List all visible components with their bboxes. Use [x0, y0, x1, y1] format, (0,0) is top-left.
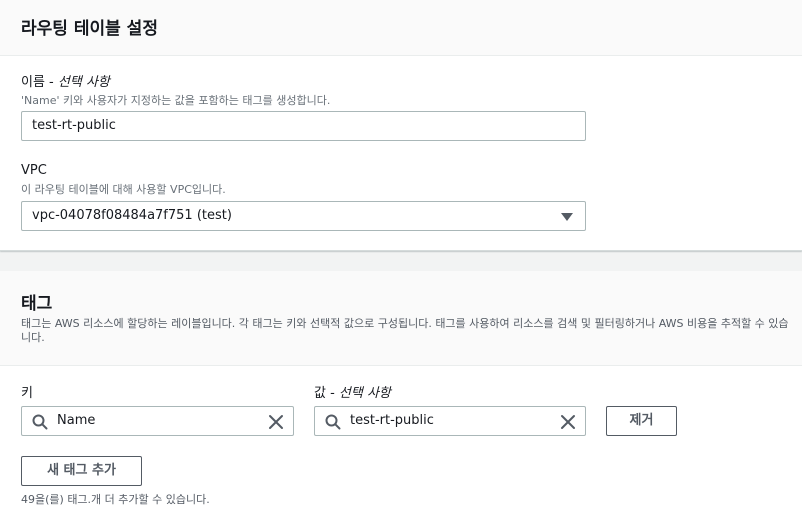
close-icon[interactable] — [268, 414, 284, 430]
tags-panel: 태그 태그는 AWS 리소스에 할당하는 레이블입니다. 각 태그는 키와 선택… — [0, 271, 802, 525]
routing-table-settings-panel: 라우팅 테이블 설정 이름 - 선택 사항 'Name' 키와 사용자가 지정하… — [0, 0, 802, 251]
close-icon[interactable] — [560, 414, 576, 430]
tag-key-value: Name — [57, 413, 96, 428]
caret-down-icon — [561, 213, 573, 221]
name-label: 이름 - 선택 사항 — [21, 71, 110, 90]
vpc-label: VPC — [21, 163, 47, 178]
vpc-select[interactable]: vpc-04078f08484a7f751 (test) — [21, 201, 586, 231]
tag-value-optional-text: 선택 사항 — [338, 386, 391, 401]
tag-value-input[interactable]: test-rt-public — [314, 406, 586, 436]
tag-remaining-hint: 49을(를) 태그.개 더 추가할 수 있습니다. — [21, 493, 210, 506]
tags-description: 태그는 AWS 리소스에 할당하는 레이블입니다. 각 태그는 키와 선택적 값… — [21, 317, 789, 344]
vpc-description: 이 라우팅 테이블에 대해 사용할 VPC입니다. — [21, 183, 226, 196]
search-icon — [325, 414, 341, 430]
tag-key-label: 키 — [21, 386, 33, 401]
panel-title: 태그 — [21, 294, 53, 314]
tag-value-label: 값 - 선택 사항 — [314, 382, 391, 401]
tag-value-label-text: 값 - — [314, 386, 339, 401]
name-label-text: 이름 - — [21, 75, 58, 90]
search-icon — [32, 414, 48, 430]
name-input-value: test-rt-public — [32, 118, 116, 133]
vpc-select-value: vpc-04078f08484a7f751 (test) — [32, 208, 232, 223]
name-input[interactable]: test-rt-public — [21, 111, 586, 141]
tag-value-value: test-rt-public — [350, 413, 434, 428]
panel-title: 라우팅 테이블 설정 — [21, 19, 158, 39]
panel-header: 라우팅 테이블 설정 — [0, 0, 802, 56]
remove-tag-button[interactable]: 제거 — [606, 406, 677, 436]
add-tag-button[interactable]: 새 태그 추가 — [21, 456, 142, 486]
name-description: 'Name' 키와 사용자가 지정하는 값을 포함하는 태그를 생성합니다. — [21, 94, 331, 107]
page: 라우팅 테이블 설정 이름 - 선택 사항 'Name' 키와 사용자가 지정하… — [0, 0, 802, 525]
name-optional-text: 선택 사항 — [57, 75, 110, 90]
panel-header: 태그 태그는 AWS 리소스에 할당하는 레이블입니다. 각 태그는 키와 선택… — [0, 271, 802, 366]
tag-key-input[interactable]: Name — [21, 406, 294, 436]
